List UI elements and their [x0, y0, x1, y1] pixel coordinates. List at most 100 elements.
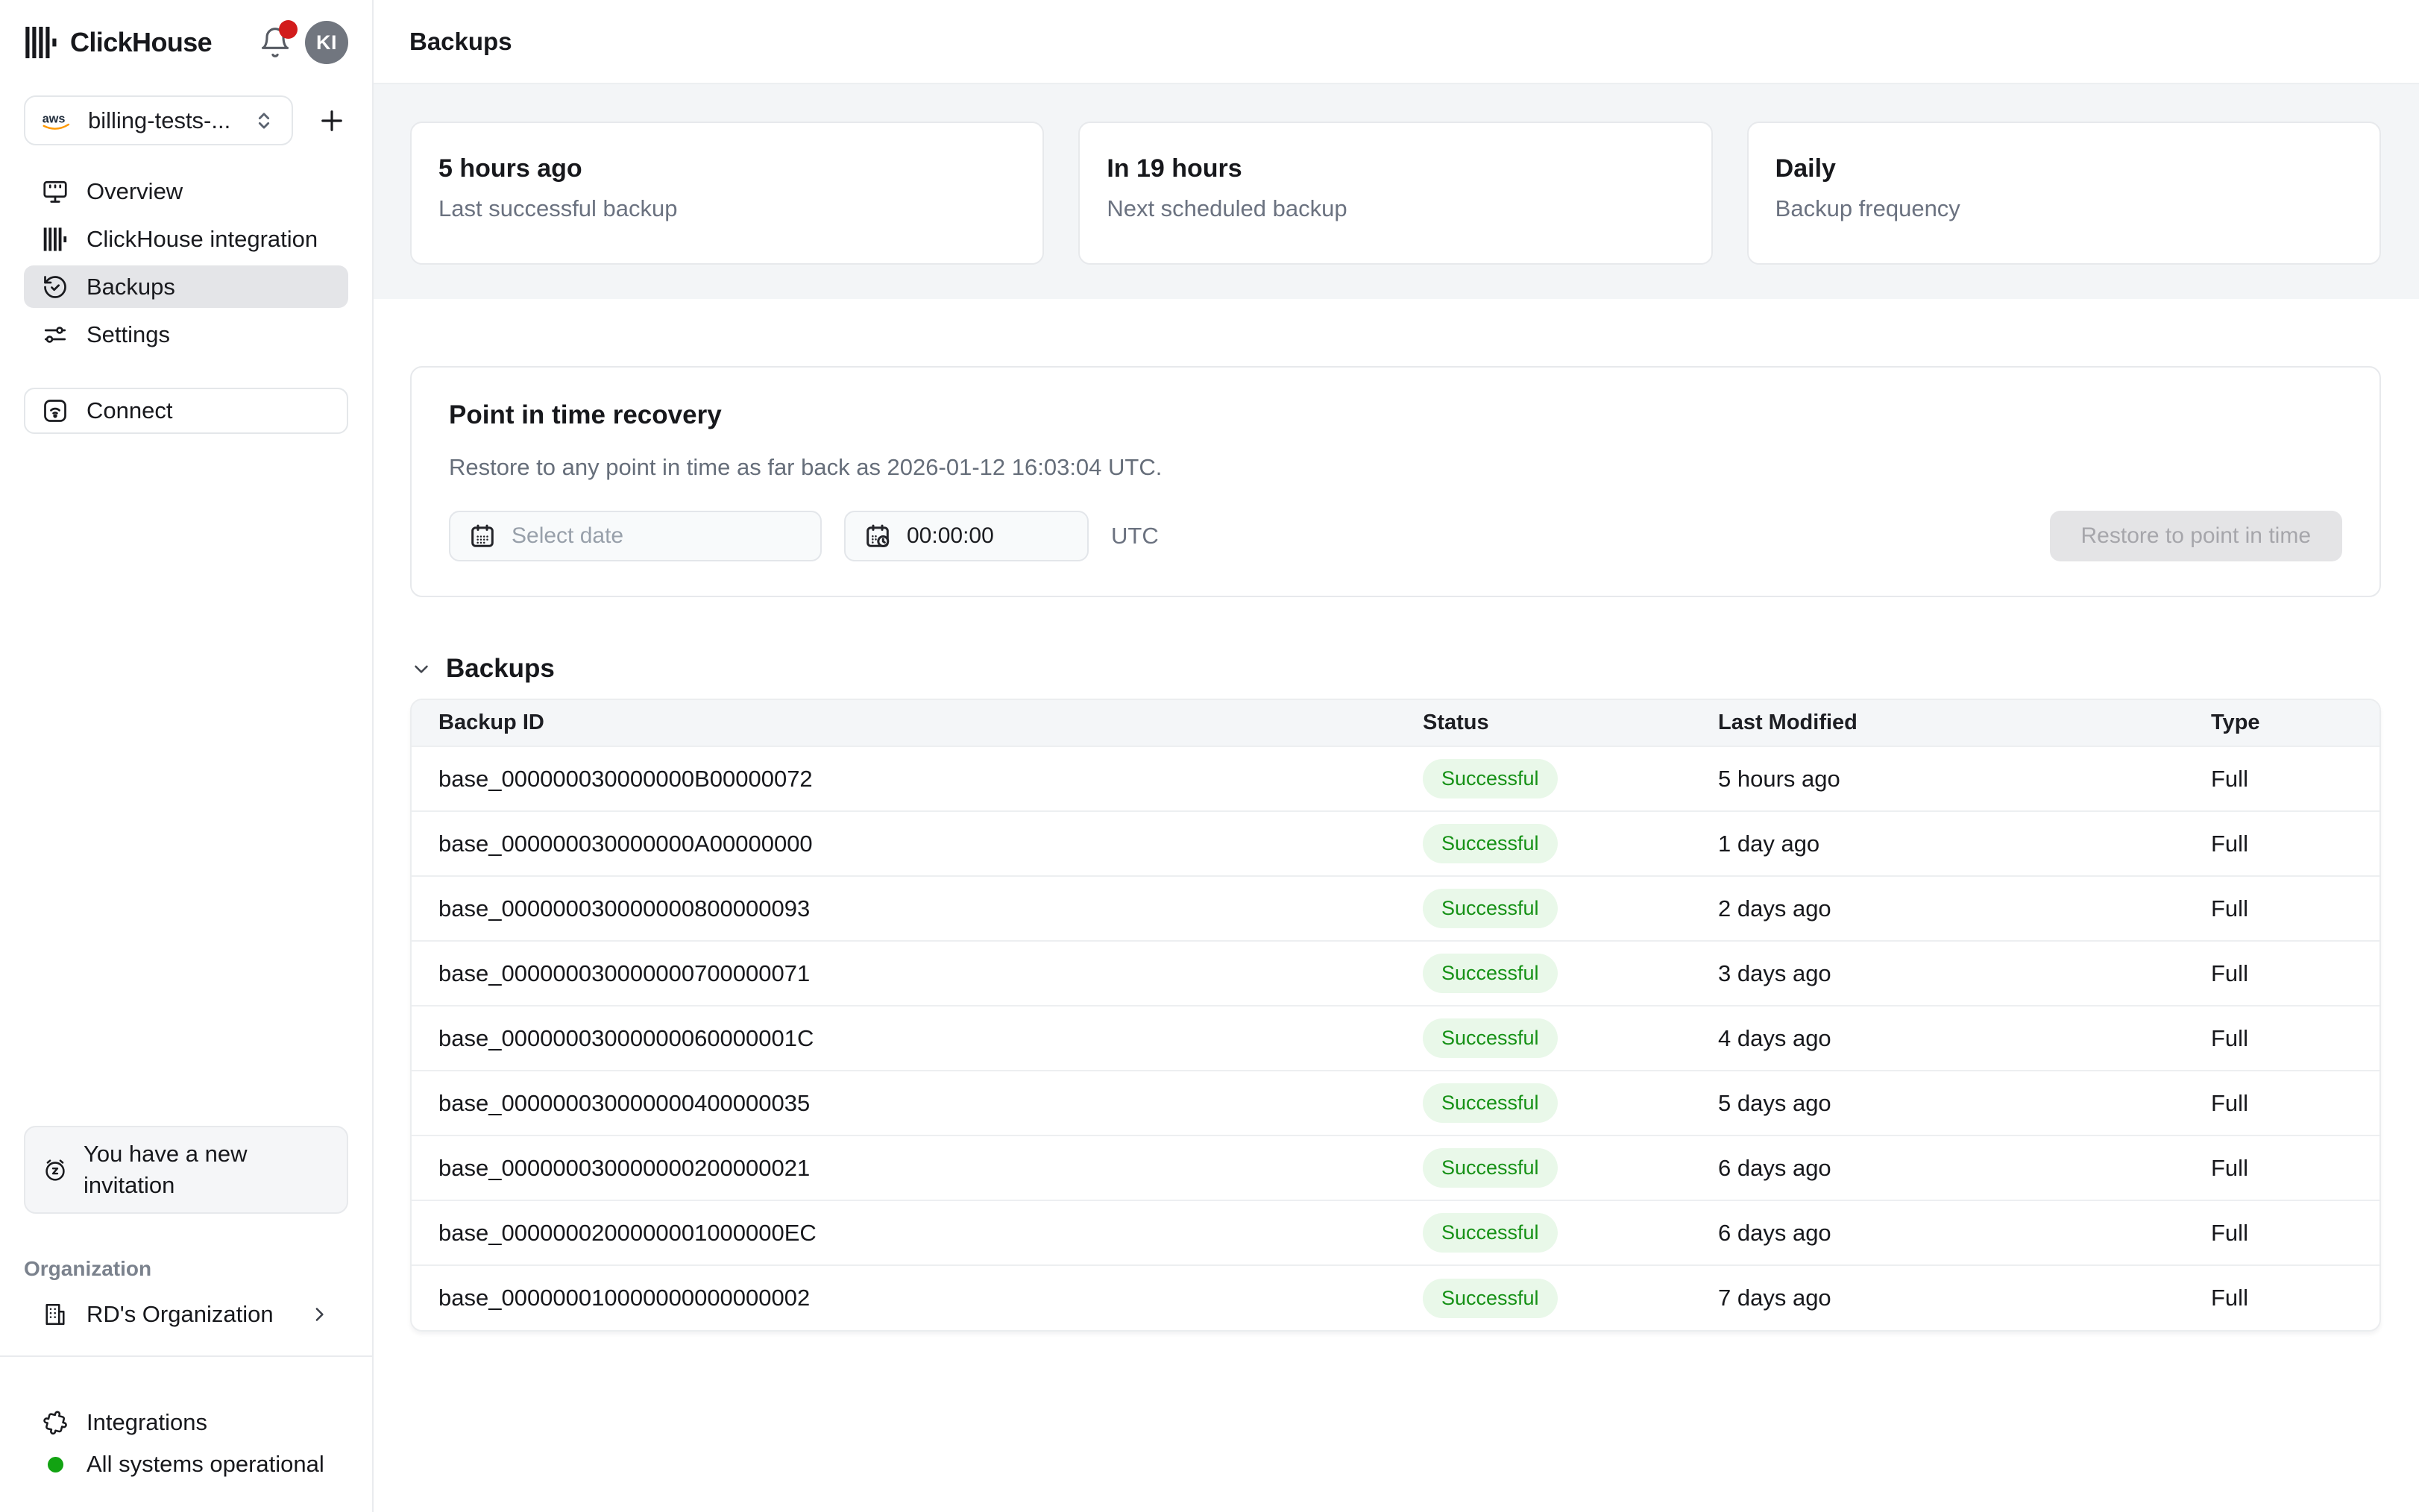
column-header-type: Type [2211, 700, 2381, 746]
page-title: Backups [409, 28, 512, 56]
table-row[interactable]: base_0000000200000001000000EC Successful… [412, 1200, 2381, 1265]
backup-id-cell: base_000000030000000400000035 [412, 1071, 1423, 1135]
status-badge: Successful [1423, 1083, 1558, 1123]
timezone-label: UTC [1111, 523, 1159, 549]
last-modified-cell: 6 days ago [1718, 1200, 2211, 1265]
puzzle-icon [42, 1409, 69, 1436]
status-badge: Successful [1423, 1018, 1558, 1058]
calendar-clock-icon [864, 522, 892, 550]
type-cell: Full [2211, 1135, 2381, 1200]
integrations-link[interactable]: Integrations [24, 1402, 348, 1443]
invitation-banner[interactable]: You have a new invitation [24, 1126, 348, 1214]
status-cell: Successful [1423, 811, 1718, 876]
backup-id-cell: base_00000003000000060000001C [412, 1006, 1423, 1071]
alarm-invitation-icon [42, 1154, 69, 1185]
brand-name: ClickHouse [70, 27, 212, 58]
chevron-down-icon [410, 658, 432, 680]
summary-card-caption: Backup frequency [1775, 195, 2353, 222]
backups-table: Backup ID Status Last Modified Type base… [412, 700, 2381, 1330]
system-status-link[interactable]: All systems operational [24, 1443, 348, 1485]
last-modified-cell: 5 days ago [1718, 1071, 2211, 1135]
chevron-up-down-icon [251, 108, 277, 133]
table-row[interactable]: base_000000030000000A00000000 Successful… [412, 811, 2381, 876]
type-cell: Full [2211, 746, 2381, 811]
backup-id-cell: base_000000030000000200000021 [412, 1135, 1423, 1200]
column-header-status: Status [1423, 700, 1718, 746]
column-header-backup-id: Backup ID [412, 700, 1423, 746]
sidebar: ClickHouse KI aws billing-tests-... [0, 0, 374, 1512]
sidebar-item-overview[interactable]: Overview [24, 170, 348, 212]
backup-id-cell: base_000000010000000000000002 [412, 1265, 1423, 1330]
sidebar-item-label: Settings [86, 321, 170, 348]
sidebar-item-backups[interactable]: Backups [24, 265, 348, 308]
table-row[interactable]: base_000000010000000000000002 Successful… [412, 1265, 2381, 1330]
backup-id-cell: base_000000030000000A00000000 [412, 811, 1423, 876]
status-cell: Successful [1423, 876, 1718, 941]
restore-button[interactable]: Restore to point in time [2050, 511, 2342, 561]
svg-text:aws: aws [43, 112, 66, 125]
type-cell: Full [2211, 941, 2381, 1006]
system-status-label: All systems operational [86, 1451, 324, 1478]
backup-id-cell: base_000000030000000B00000072 [412, 746, 1423, 811]
backup-id-cell: base_000000030000000700000071 [412, 941, 1423, 1006]
status-cell: Successful [1423, 1006, 1718, 1071]
table-row[interactable]: base_000000030000000400000035 Successful… [412, 1071, 2381, 1135]
status-cell: Successful [1423, 1200, 1718, 1265]
status-cell: Successful [1423, 1135, 1718, 1200]
time-value: 00:00:00 [907, 523, 994, 549]
sidebar-item-settings[interactable]: Settings [24, 313, 348, 356]
notifications-button[interactable] [259, 26, 292, 59]
service-selector[interactable]: aws billing-tests-... [24, 95, 293, 145]
status-badge: Successful [1423, 1279, 1558, 1318]
status-badge: Successful [1423, 889, 1558, 928]
status-dot-icon [42, 1457, 69, 1472]
summary-card-caption: Next scheduled backup [1107, 195, 1684, 222]
invitation-text: You have a new invitation [84, 1138, 330, 1201]
last-modified-cell: 4 days ago [1718, 1006, 2211, 1071]
summary-card-last-backup: 5 hours ago Last successful backup [410, 122, 1044, 265]
status-badge: Successful [1423, 1148, 1558, 1188]
summary-card-value: 5 hours ago [438, 154, 1016, 183]
clickhouse-bars-icon [42, 227, 69, 252]
summary-card-value: In 19 hours [1107, 154, 1684, 183]
last-modified-cell: 6 days ago [1718, 1135, 2211, 1200]
clickhouse-logo-icon [24, 25, 58, 60]
backups-section-header[interactable]: Backups [410, 654, 2381, 684]
last-modified-cell: 7 days ago [1718, 1265, 2211, 1330]
status-badge: Successful [1423, 954, 1558, 993]
table-row[interactable]: base_00000003000000060000001C Successful… [412, 1006, 2381, 1071]
add-service-button[interactable] [315, 104, 348, 137]
avatar[interactable]: KI [305, 21, 348, 64]
last-modified-cell: 5 hours ago [1718, 746, 2211, 811]
status-cell: Successful [1423, 1071, 1718, 1135]
type-cell: Full [2211, 1200, 2381, 1265]
backups-section-title: Backups [446, 654, 555, 684]
status-cell: Successful [1423, 746, 1718, 811]
type-cell: Full [2211, 876, 2381, 941]
overview-icon [42, 178, 69, 205]
table-header-row: Backup ID Status Last Modified Type [412, 700, 2381, 746]
service-name: billing-tests-... [88, 107, 238, 134]
top-bar: Backups [374, 0, 2419, 84]
last-modified-cell: 2 days ago [1718, 876, 2211, 941]
table-row[interactable]: base_000000030000000700000071 Successful… [412, 941, 2381, 1006]
last-modified-cell: 3 days ago [1718, 941, 2211, 1006]
organization-switcher[interactable]: RD's Organization [24, 1293, 348, 1336]
time-input[interactable]: 00:00:00 [844, 511, 1089, 561]
connect-label: Connect [86, 397, 172, 424]
sidebar-header: ClickHouse KI [24, 21, 348, 64]
status-badge: Successful [1423, 824, 1558, 863]
table-row[interactable]: base_000000030000000B00000072 Successful… [412, 746, 2381, 811]
sidebar-item-clickhouse-integration[interactable]: ClickHouse integration [24, 218, 348, 260]
column-header-last-modified: Last Modified [1718, 700, 2211, 746]
date-picker-input[interactable]: Select date [449, 511, 822, 561]
summary-card-caption: Last successful backup [438, 195, 1016, 222]
summary-cards-band: 5 hours ago Last successful backup In 19… [374, 84, 2419, 299]
pitr-description: Restore to any point in time as far back… [449, 454, 2342, 481]
table-row[interactable]: base_000000030000000200000021 Successful… [412, 1135, 2381, 1200]
connect-button[interactable]: Connect [24, 388, 348, 434]
calendar-icon [468, 522, 497, 550]
sidebar-item-label: ClickHouse integration [86, 226, 318, 253]
status-badge: Successful [1423, 759, 1558, 798]
table-row[interactable]: base_000000030000000800000093 Successful… [412, 876, 2381, 941]
